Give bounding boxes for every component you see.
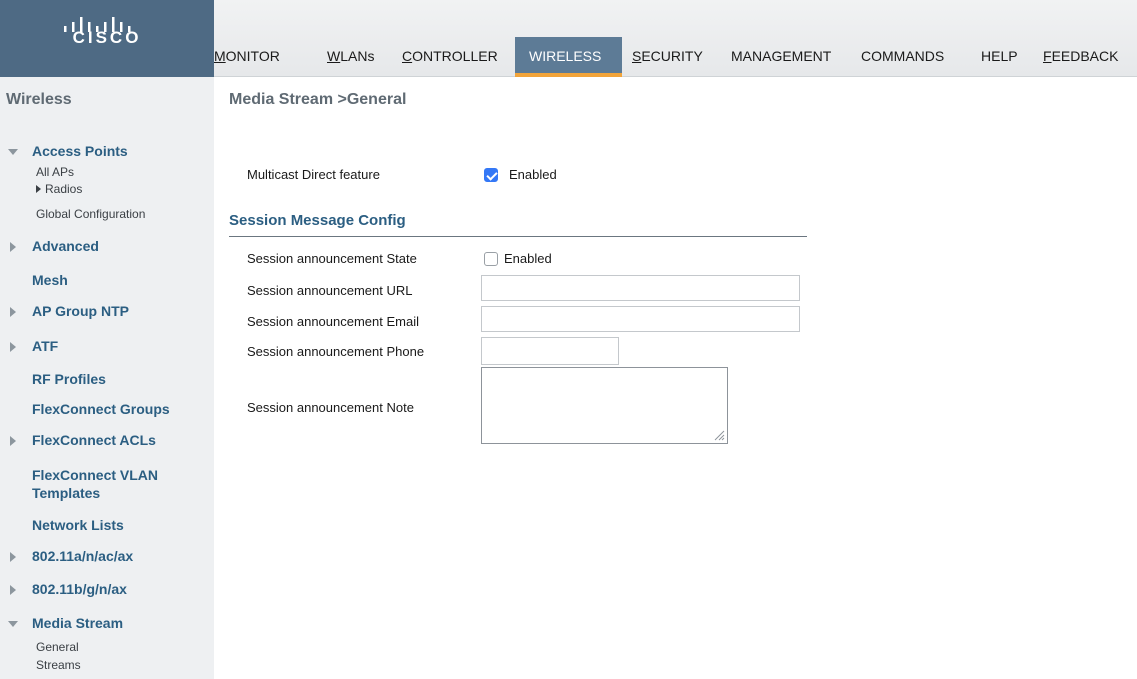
nav-help[interactable]: HELP xyxy=(981,48,1018,64)
cisco-wordmark: CISCO xyxy=(72,28,142,47)
chevron-right-icon xyxy=(36,185,41,193)
page-title: Media Stream >General xyxy=(229,91,407,108)
sidebar-item-label: Media Stream xyxy=(32,615,124,631)
chevron-right-icon xyxy=(10,242,16,252)
session-url-input[interactable] xyxy=(481,275,800,301)
sidebar-item-label: Network Lists xyxy=(32,517,124,533)
sidebar-item-label: 802.11b/g/n/ax xyxy=(32,581,127,597)
sidebar-title: Wireless xyxy=(6,91,72,108)
nav-wireless-label: WIRELESS xyxy=(529,48,602,64)
nav-commands[interactable]: COMMANDS xyxy=(861,48,944,64)
nav-controller-label: ONTROLLER xyxy=(412,48,498,64)
nav-monitor-label: ONITOR xyxy=(225,48,280,64)
cisco-logo: CISCO xyxy=(0,0,214,77)
nav-feedback[interactable]: FEEDBACK xyxy=(1043,48,1118,64)
session-email-label: Session announcement Email xyxy=(247,314,419,329)
sidebar-item-label: FlexConnect Groups xyxy=(32,401,170,417)
sidebar-subitem-all-aps[interactable]: All APs xyxy=(36,165,74,179)
session-note-label: Session announcement Note xyxy=(247,400,414,415)
nav-wlans-label: LANs xyxy=(340,48,375,64)
chevron-right-icon xyxy=(10,585,16,595)
sidebar-item-label: 802.11a/n/ac/ax xyxy=(32,548,134,564)
session-state-checkbox[interactable] xyxy=(484,252,498,266)
chevron-right-icon xyxy=(10,307,16,317)
section-divider xyxy=(229,236,807,237)
session-url-label: Session announcement URL xyxy=(247,283,413,298)
chevron-down-icon xyxy=(8,149,18,155)
nav-wireless[interactable]: WIRELESS xyxy=(529,48,601,64)
session-note-textarea[interactable] xyxy=(481,367,728,444)
nav-security-label: ECURITY xyxy=(641,48,703,64)
sidebar-item-label: AP Group NTP xyxy=(32,303,129,319)
nav-monitor-mnemonic: M xyxy=(214,48,226,64)
nav-wlans-mnemonic: W xyxy=(327,48,341,64)
session-email-input[interactable] xyxy=(481,306,800,332)
sidebar-item-label: RF Profiles xyxy=(32,371,106,387)
nav-help-label: HELP xyxy=(981,48,1018,64)
sidebar-subitem-radios[interactable]: Radios xyxy=(45,182,82,196)
session-phone-input[interactable] xyxy=(481,337,619,365)
sidebar-item-label: FlexConnect VLAN xyxy=(32,467,159,483)
nav-wlans[interactable]: WLANs xyxy=(327,48,374,64)
multicast-direct-checkbox[interactable] xyxy=(484,168,498,182)
nav-security-mnemonic: S xyxy=(632,48,642,64)
nav-active-underline xyxy=(515,73,622,77)
sidebar-subitem-streams[interactable]: Streams xyxy=(36,658,81,672)
section-heading-session-message-config: Session Message Config xyxy=(229,212,406,229)
nav-controller-mnemonic: C xyxy=(402,48,413,64)
session-phone-label: Session announcement Phone xyxy=(247,344,425,359)
nav-management[interactable]: MANAGEMENT xyxy=(731,48,831,64)
multicast-direct-label: Multicast Direct feature xyxy=(247,167,380,182)
nav-controller[interactable]: CONTROLLER xyxy=(402,48,498,64)
resize-grip-icon[interactable] xyxy=(713,429,725,441)
nav-commands-label: COMMANDS xyxy=(861,48,945,64)
nav-feedback-mnemonic: F xyxy=(1043,48,1052,64)
sidebar-subitem-global-configuration[interactable]: Global Configuration xyxy=(36,207,145,221)
multicast-direct-enabled-label: Enabled xyxy=(509,167,557,182)
chevron-right-icon xyxy=(10,552,16,562)
sidebar-subitem-general[interactable]: General xyxy=(36,640,79,654)
brand-area: CISCO xyxy=(0,0,214,77)
sidebar-item-label: Access Points xyxy=(32,143,128,159)
chevron-right-icon xyxy=(10,436,16,446)
nav-management-label: MANAGEMENT xyxy=(731,48,832,64)
chevron-down-icon xyxy=(8,621,18,627)
session-state-label: Session announcement State xyxy=(247,251,417,266)
chevron-right-icon xyxy=(10,342,16,352)
sidebar-item-label: Mesh xyxy=(32,272,68,288)
session-state-enabled-label: Enabled xyxy=(504,251,552,266)
nav-security[interactable]: SECURITY xyxy=(632,48,703,64)
top-navigation-bar: CISCO MONITOR WLANs CONTROLLER WIRELESS … xyxy=(0,0,1137,77)
sidebar-item-label: FlexConnect ACLs xyxy=(32,432,156,448)
sidebar: Wireless Access Points All APs Radios Gl… xyxy=(0,77,214,679)
nav-feedback-label: EEDBACK xyxy=(1051,48,1119,64)
sidebar-item-label: Advanced xyxy=(32,238,99,254)
sidebar-item-label: ATF xyxy=(32,338,59,354)
nav-monitor[interactable]: MONITOR xyxy=(214,48,280,64)
sidebar-item-label-line2: Templates xyxy=(32,485,101,501)
